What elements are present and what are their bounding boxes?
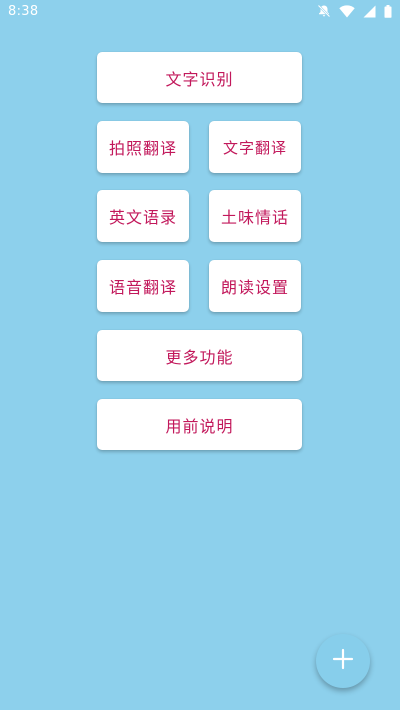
- text-recognition-label: 文字识别: [165, 69, 234, 89]
- voice-translate-label: 语音翻译: [108, 278, 177, 297]
- text-translate-label: 文字翻译: [222, 138, 287, 157]
- instructions-label: 用前说明: [165, 416, 234, 436]
- add-fab-button[interactable]: [316, 634, 370, 688]
- photo-translate-label: 拍照翻译: [108, 139, 177, 158]
- status-bar: 8:38: [0, 0, 400, 24]
- instructions-button[interactable]: 用前说明: [97, 399, 302, 450]
- english-quotes-label: 英文语录: [108, 208, 177, 227]
- cheesy-lines-label: 土味情话: [220, 208, 289, 227]
- wifi-icon: [339, 4, 355, 18]
- voice-translate-button[interactable]: 语音翻译: [97, 260, 189, 312]
- status-time: 8:38: [8, 4, 39, 19]
- text-recognition-button[interactable]: 文字识别: [97, 52, 302, 103]
- more-features-label: 更多功能: [165, 347, 234, 367]
- notifications-off-icon: [317, 4, 331, 18]
- read-settings-button[interactable]: 朗读设置: [209, 260, 301, 312]
- photo-translate-button[interactable]: 拍照翻译: [97, 121, 189, 173]
- more-features-button[interactable]: 更多功能: [97, 330, 302, 381]
- battery-icon: [384, 4, 392, 18]
- english-quotes-button[interactable]: 英文语录: [97, 190, 189, 242]
- read-settings-label: 朗读设置: [220, 278, 289, 297]
- cheesy-lines-button[interactable]: 土味情话: [209, 190, 301, 242]
- text-translate-button[interactable]: 文字翻译: [209, 121, 301, 173]
- status-icons: [317, 4, 392, 18]
- plus-icon: [332, 648, 354, 674]
- signal-icon: [363, 5, 376, 18]
